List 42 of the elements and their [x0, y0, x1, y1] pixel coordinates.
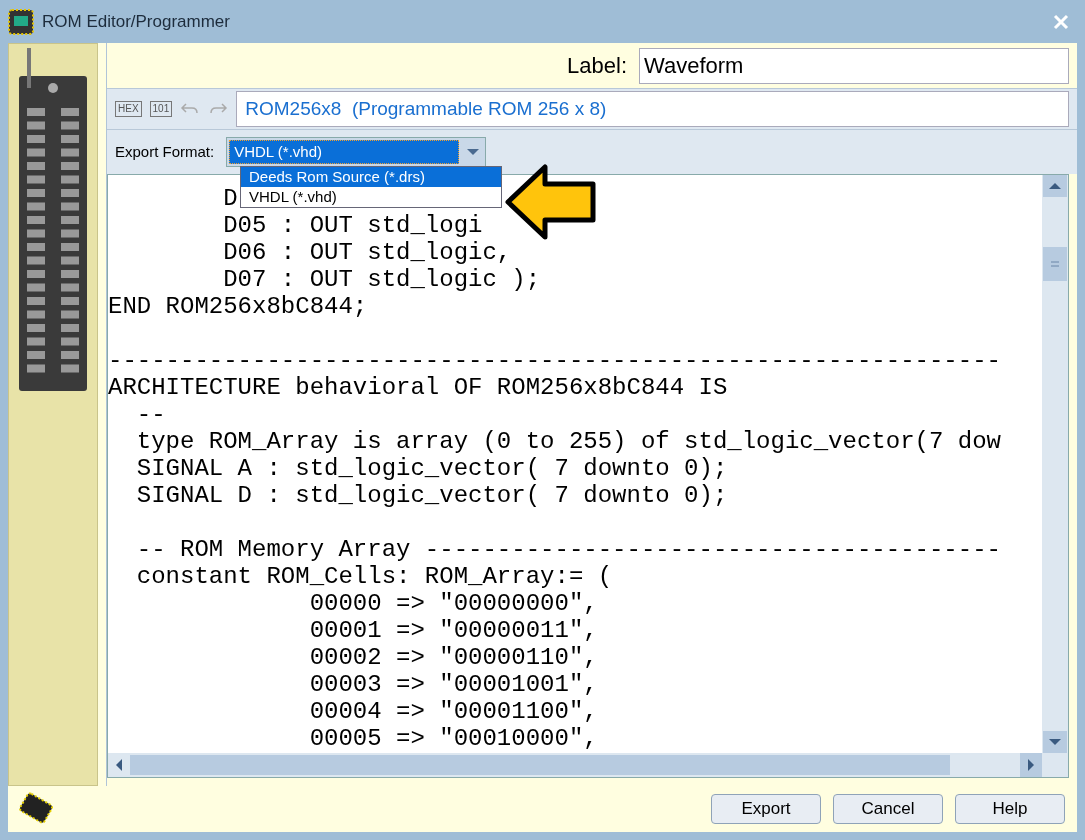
dropdown-option[interactable]: Deeds Rom Source (*.drs) [241, 167, 501, 187]
horizontal-scrollbar[interactable] [108, 753, 1068, 777]
code-line: 00002 => "00000110", [308, 644, 598, 671]
code-line: D07 : OUT std_logic ); [222, 266, 541, 293]
code-line: 00001 => "00000011", [308, 617, 598, 644]
dropdown-caret-icon [467, 149, 480, 155]
scroll-down-icon[interactable] [1043, 731, 1067, 753]
export-format-label: Export Format: [115, 141, 215, 162]
chip-icon [8, 8, 34, 35]
code-line: -- ROM Memory Array ---------------------------------------- [135, 536, 1001, 563]
format-toggle-button[interactable]: 101 [149, 101, 173, 117]
format-toggle-button[interactable]: HEX [115, 101, 142, 117]
code-line: SIGNAL D : std_logic_vector( 7 downto 0); [135, 482, 728, 509]
dialog-button[interactable]: Export [711, 794, 821, 824]
code-line: 00004 => "00001100", [308, 698, 598, 725]
code-line: -- [135, 401, 166, 428]
close-icon[interactable] [1053, 13, 1069, 30]
window-title: ROM Editor/Programmer [42, 10, 230, 33]
code-line: constant ROM_Cells: ROM_Array:= ( [135, 563, 613, 590]
export-format-dropdown[interactable]: VHDL (*.vhd) [226, 137, 487, 167]
code-line: D06 : OUT std_logic, [222, 239, 512, 266]
scroll-right-icon[interactable] [1020, 753, 1042, 777]
dialog-button[interactable]: Help [955, 794, 1065, 824]
scroll-up-icon[interactable] [1043, 175, 1067, 197]
vertical-scrollbar[interactable] [1042, 175, 1068, 753]
code-line: END ROM256x8bC844; [108, 293, 368, 320]
code-line: 00005 => "00010000", [308, 725, 598, 752]
pointer-arrow-icon [505, 164, 597, 240]
component-description-field[interactable]: ROM256x8 (Programmable ROM 256 x 8) [236, 91, 1069, 127]
code-line: D05 : OUT std_logi [222, 212, 483, 239]
code-line: 00000 => "00000000", [308, 590, 598, 617]
code-line: ARCHITECTURE behavioral OF ROM256x8bC844 IS [108, 374, 728, 401]
code-line: 00003 => "00001001", [308, 671, 598, 698]
code-line: type ROM_Array is array (0 to 255) of std_logic_vector(7 dow [135, 428, 1001, 455]
code-line: D [222, 185, 238, 212]
label-caption: Label: [567, 52, 627, 80]
scroll-thumb[interactable] [130, 755, 950, 775]
dialog-button[interactable]: Cancel [833, 794, 943, 824]
code-line: -------------------------------------------------------------- [108, 347, 1001, 374]
code-line: SIGNAL A : std_logic_vector( 7 downto 0); [135, 455, 728, 482]
scroll-thumb-icon[interactable] [1043, 247, 1067, 281]
label-input-field[interactable]: Waveform [639, 47, 1069, 84]
